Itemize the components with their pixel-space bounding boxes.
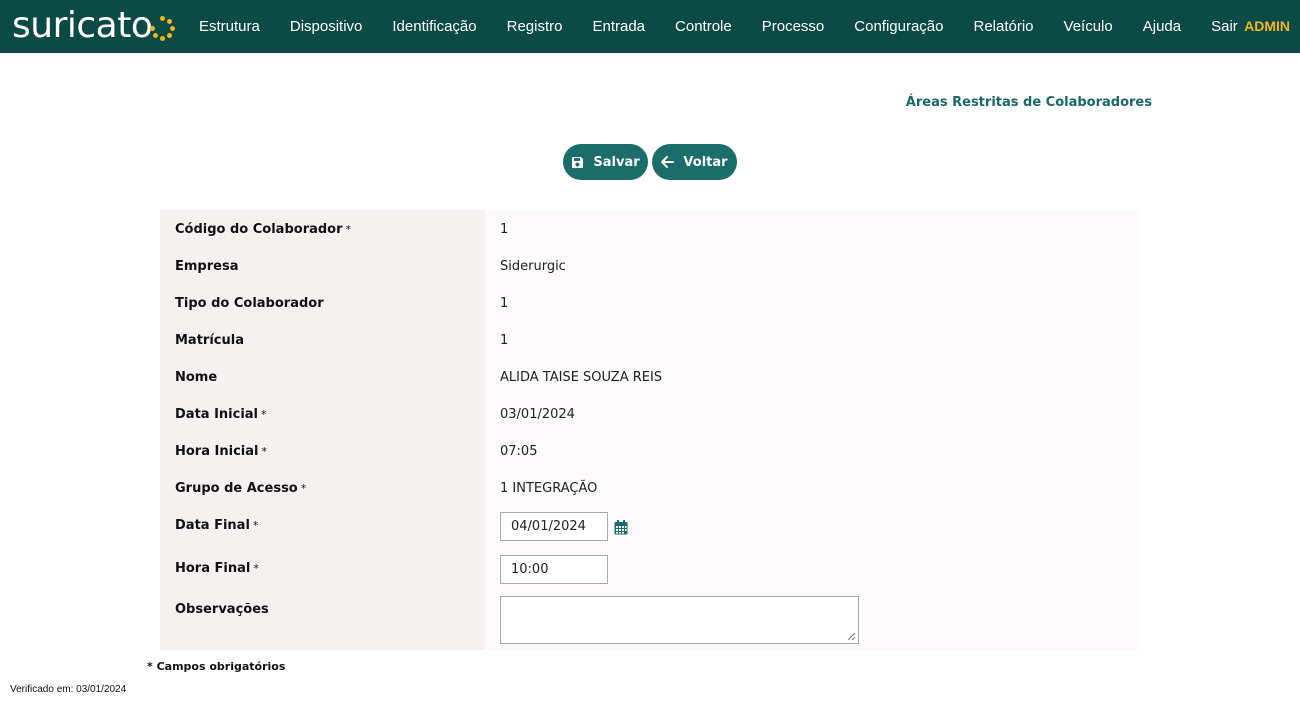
nav-item-processo[interactable]: Processo — [762, 18, 825, 35]
form-label-column — [160, 210, 485, 650]
nav-item-estrutura[interactable]: Estrutura — [199, 18, 260, 35]
suricato-logo[interactable]: suricato — [12, 4, 176, 48]
top-navbar: suricato Estrutura Dispositivo Identific… — [0, 0, 1300, 53]
main-menu: Estrutura Dispositivo Identificação Regi… — [184, 0, 1253, 53]
nav-item-registro[interactable]: Registro — [507, 18, 563, 35]
nav-item-relatorio[interactable]: Relatório — [974, 18, 1034, 35]
nav-item-identificacao[interactable]: Identificação — [392, 18, 476, 35]
user-name[interactable]: ADMIN — [1244, 18, 1290, 34]
nav-item-configuracao[interactable]: Configuração — [854, 18, 943, 35]
field-value-nome: ALIDA TAISE SOUZA REIS — [500, 370, 663, 385]
logo-text: suricato — [12, 5, 153, 46]
field-value-tipo: 1 — [500, 296, 509, 311]
save-button-label: Salvar — [593, 154, 640, 170]
field-label-grupo-acesso: Grupo de Acesso * — [175, 481, 307, 496]
nav-item-ajuda[interactable]: Ajuda — [1143, 18, 1181, 35]
page-title: Áreas Restritas de Colaboradores — [905, 95, 1152, 110]
arrow-left-icon — [661, 156, 675, 168]
field-label-nome: Nome — [175, 370, 218, 385]
calendar-icon[interactable] — [614, 520, 628, 535]
field-value-grupo-acesso: 1 INTEGRAÇÃO — [500, 481, 598, 496]
field-value-matricula: 1 — [500, 333, 509, 348]
field-value-empresa: Siderurgic — [500, 259, 566, 274]
field-label-hora-final: Hora Final * — [175, 561, 259, 576]
observacoes-textarea[interactable] — [500, 596, 859, 644]
field-label-tipo: Tipo do Colaborador — [175, 296, 324, 311]
nav-item-entrada[interactable]: Entrada — [592, 18, 645, 35]
collaborator-form: Código do Colaborador * 1 Empresa Siderur… — [160, 210, 1140, 650]
required-fields-note: * Campos obrigatórios — [147, 660, 286, 673]
field-label-codigo: Código do Colaborador * — [175, 222, 352, 237]
field-value-hora-inicial: 07:05 — [500, 444, 538, 459]
field-label-data-inicial: Data Inicial * — [175, 407, 267, 422]
nav-item-dispositivo[interactable]: Dispositivo — [290, 18, 363, 35]
field-label-data-final: Data Final * — [175, 518, 259, 533]
logo-dots-icon — [150, 16, 176, 42]
hora-final-input[interactable] — [500, 555, 608, 584]
field-label-hora-inicial: Hora Inicial * — [175, 444, 267, 459]
nav-item-controle[interactable]: Controle — [675, 18, 732, 35]
floppy-disk-icon — [572, 156, 584, 168]
data-final-input[interactable] — [500, 512, 608, 541]
field-value-data-inicial: 03/01/2024 — [500, 407, 575, 422]
field-label-observacoes: Observações — [175, 602, 269, 617]
field-label-matricula: Matrícula — [175, 333, 244, 348]
nav-item-sair[interactable]: Sair — [1211, 18, 1238, 35]
save-button[interactable]: Salvar — [563, 144, 648, 180]
resize-grip-icon[interactable] — [846, 631, 856, 641]
back-button-label: Voltar — [683, 154, 728, 170]
nav-item-veiculo[interactable]: Veículo — [1064, 18, 1113, 35]
form-value-column — [485, 210, 1140, 650]
back-button[interactable]: Voltar — [652, 144, 737, 180]
field-label-empresa: Empresa — [175, 259, 239, 274]
field-value-codigo: 1 — [500, 222, 509, 237]
verified-date: Verificado em: 03/01/2024 — [10, 684, 127, 695]
